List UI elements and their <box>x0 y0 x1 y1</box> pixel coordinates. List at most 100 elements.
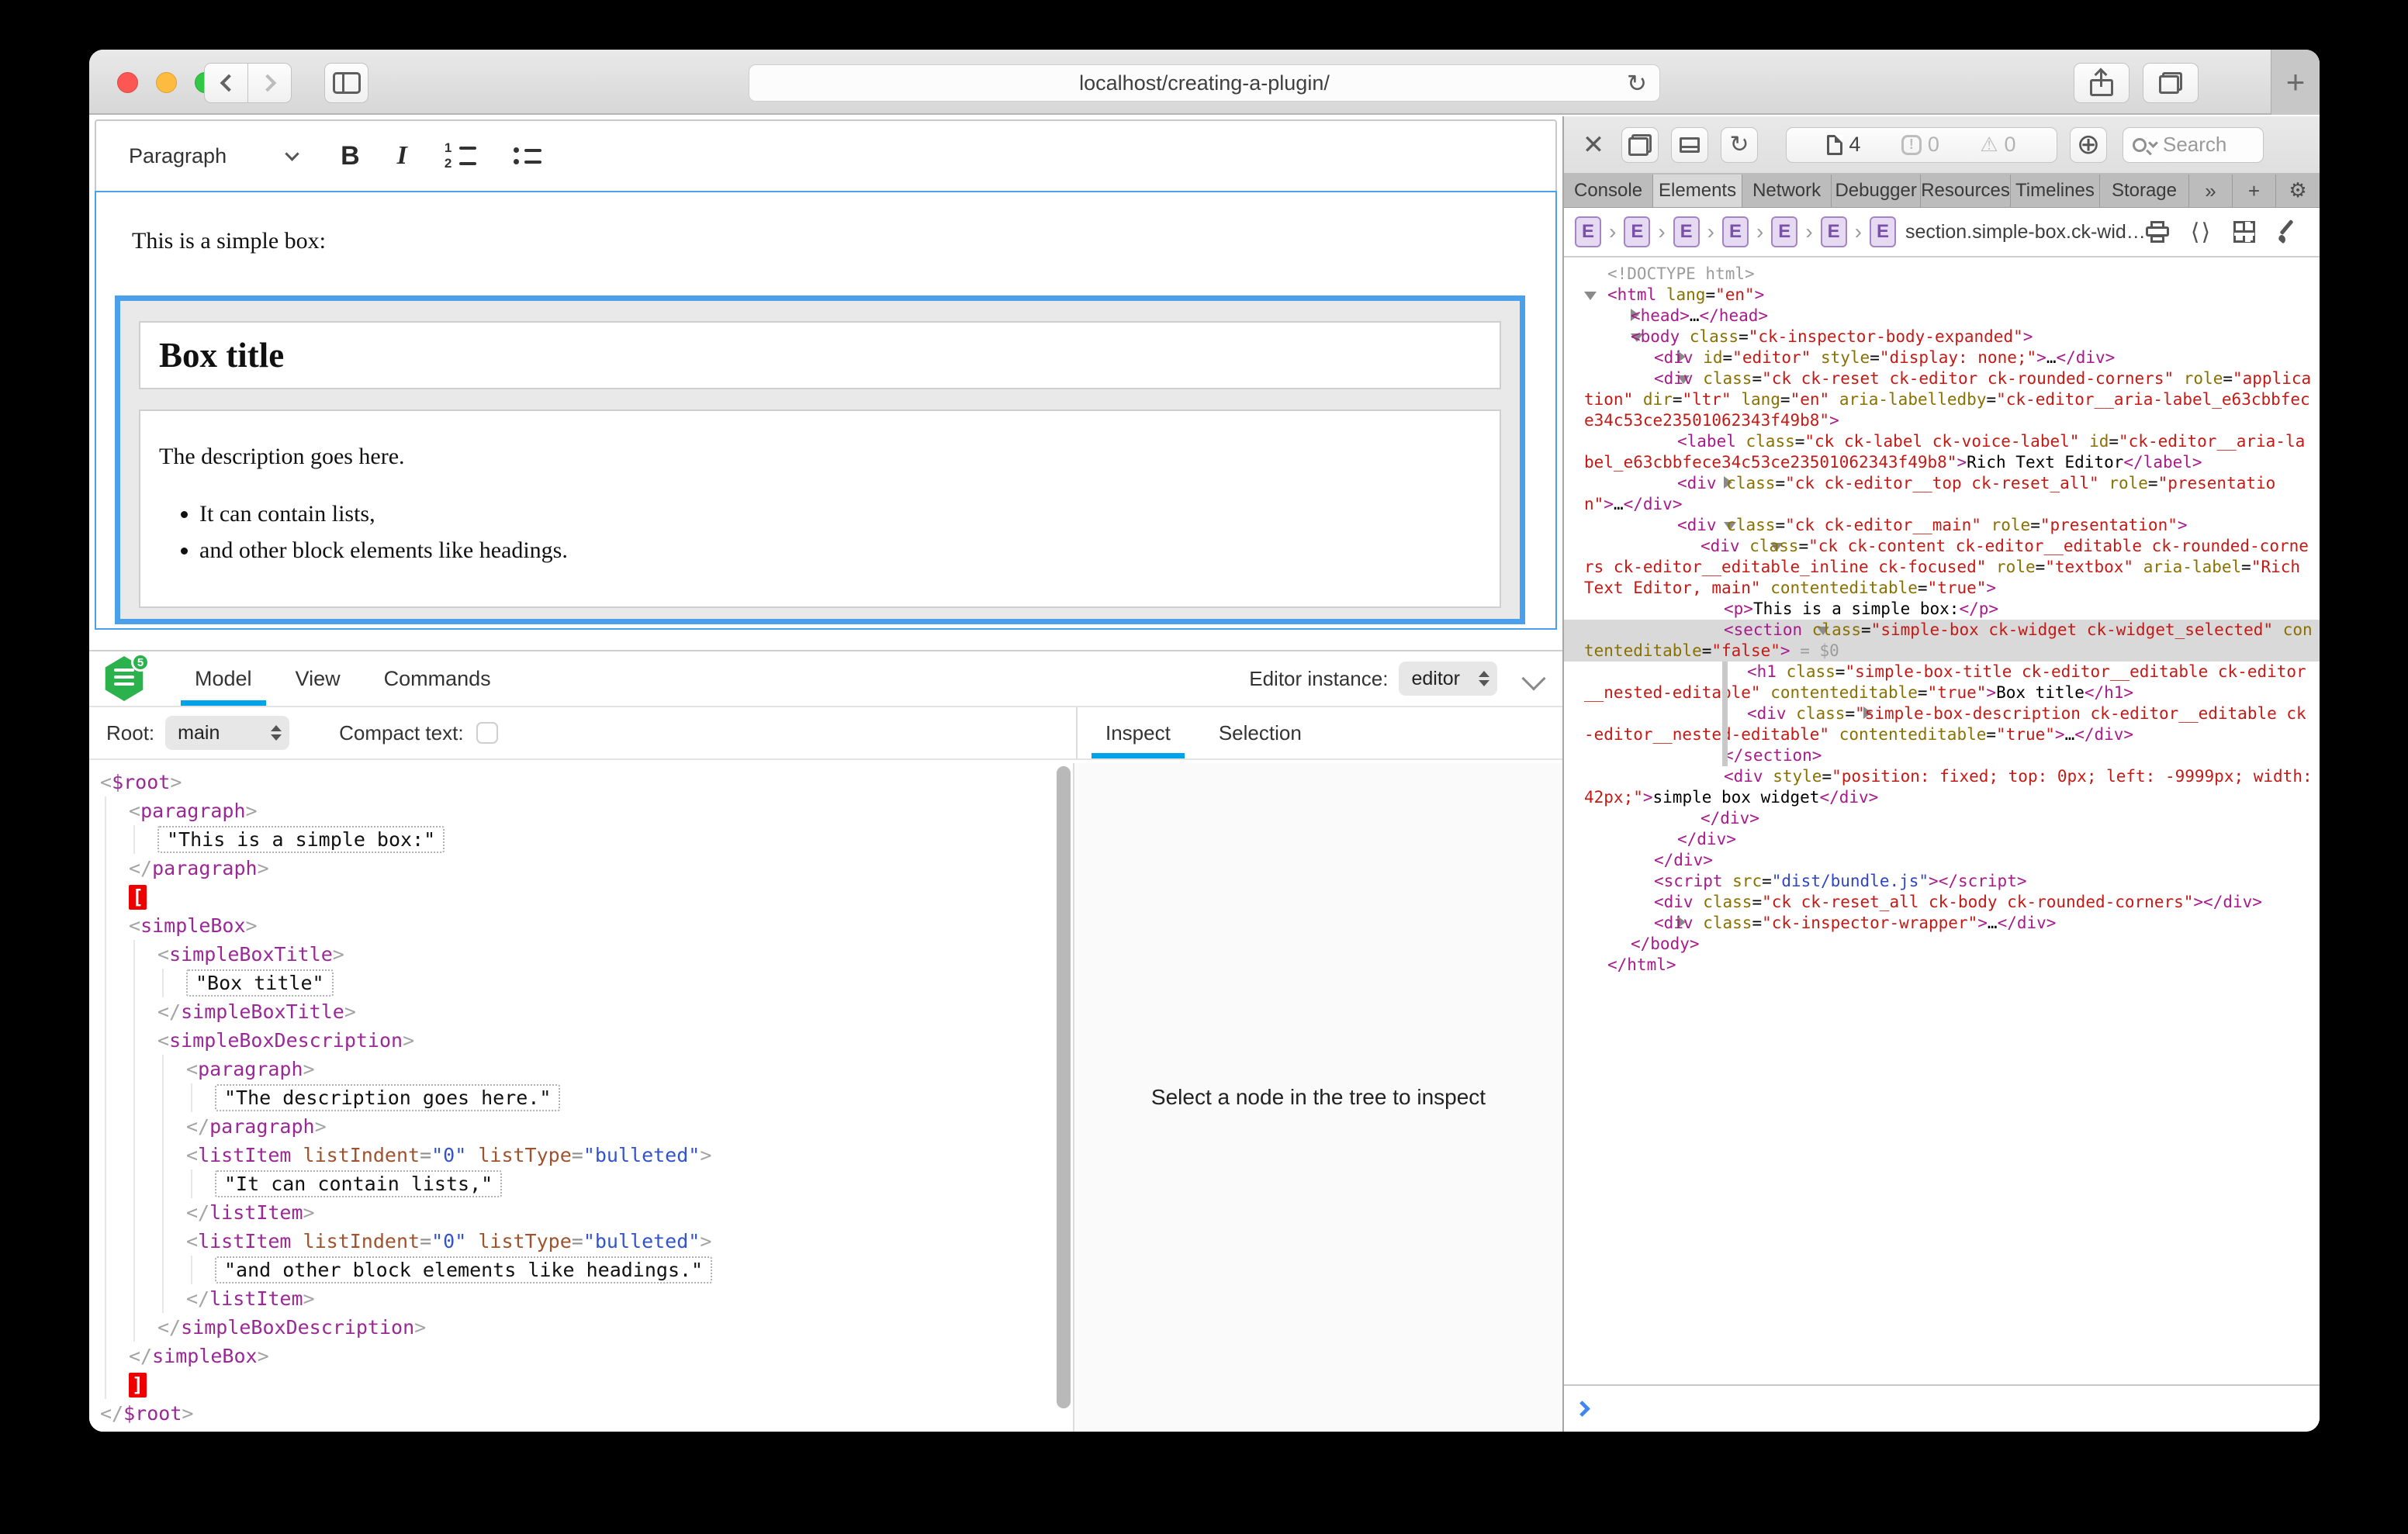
dom-node[interactable]: <div class="ck ck-editor__main" role="pr… <box>1564 515 2320 536</box>
disclosure-collapsed-icon[interactable] <box>1631 913 1654 934</box>
detach-devtools-button[interactable] <box>1621 127 1659 163</box>
model-selection-marker[interactable]: [ <box>89 883 1054 911</box>
model-element-node[interactable]: <listItem listIndent="0" listType="bulle… <box>89 1227 1054 1256</box>
disclosure-expanded-icon[interactable] <box>1607 326 1631 347</box>
grid-overlay-icon[interactable] <box>2233 221 2255 243</box>
model-tree[interactable]: <$root><paragraph>"This is a simple box:… <box>89 763 1054 1432</box>
model-element-node[interactable]: </paragraph> <box>89 854 1054 883</box>
dom-node[interactable]: <html lang="en"> <box>1564 285 2320 306</box>
italic-button[interactable]: I <box>397 141 407 171</box>
model-text-node[interactable]: "This is a simple box:" <box>89 825 1054 854</box>
reload-icon[interactable]: ↻ <box>1627 70 1647 98</box>
dock-side-button[interactable] <box>1671 127 1708 163</box>
devtools-search-input[interactable]: Search <box>2123 127 2264 163</box>
list-item[interactable]: and other block elements like headings. <box>199 537 1500 564</box>
page-count-badge[interactable]: 4 <box>1827 133 1860 157</box>
devtools-tab-debugger[interactable]: Debugger <box>1832 174 1921 207</box>
model-element-node[interactable]: </simpleBoxDescription> <box>89 1313 1054 1342</box>
dom-node[interactable]: <body class="ck-inspector-body-expanded"… <box>1564 326 2320 347</box>
settings-gear-button[interactable]: ⚙ <box>2276 174 2320 207</box>
disclosure-collapsed-icon[interactable] <box>1631 347 1654 368</box>
element-badge-selected[interactable]: E <box>1870 216 1896 247</box>
dom-node[interactable]: <div class="ck ck-editor__top ck-reset_a… <box>1564 473 2320 515</box>
devtools-tab-network[interactable]: Network <box>1742 174 1832 207</box>
new-tab-button[interactable]: + <box>2271 50 2320 115</box>
dom-node[interactable]: <p>This is a simple box:</p> <box>1564 599 2320 620</box>
devtools-tab-elements[interactable]: Elements <box>1653 174 1742 207</box>
bold-button[interactable]: B <box>341 141 360 171</box>
share-button[interactable] <box>2074 63 2129 103</box>
root-select[interactable]: main <box>165 716 289 750</box>
devtools-tab-storage[interactable]: Storage <box>2100 174 2189 207</box>
element-badge[interactable]: E <box>1624 216 1650 247</box>
model-element-node[interactable]: <simpleBoxTitle> <box>89 940 1054 969</box>
model-element-node[interactable]: <simpleBoxDescription> <box>89 1026 1054 1055</box>
box-description[interactable]: The description goes here. It can contai… <box>139 409 1501 608</box>
simple-box-widget[interactable]: Box title The description goes here. It … <box>115 295 1525 624</box>
tab-selection[interactable]: Selection <box>1199 707 1322 758</box>
warning-count-badge[interactable]: ⚠0 <box>1980 133 2015 157</box>
address-bar[interactable]: localhost/creating-a-plugin/ ↻ <box>749 64 1660 102</box>
dom-node[interactable]: </div> <box>1564 850 2320 871</box>
dom-node[interactable]: <div class="ck ck-content ck-editor__edi… <box>1564 536 2320 599</box>
console-prompt[interactable] <box>1564 1384 2320 1432</box>
model-element-node[interactable]: </simpleBoxTitle> <box>89 997 1054 1026</box>
element-badge[interactable]: E <box>1575 216 1601 247</box>
element-badge[interactable]: E <box>1673 216 1700 247</box>
model-element-node[interactable]: </paragraph> <box>89 1112 1054 1141</box>
devtools-tab-console[interactable]: Console <box>1564 174 1653 207</box>
element-badge[interactable]: E <box>1821 216 1847 247</box>
compact-text-checkbox[interactable] <box>476 722 498 744</box>
numbered-list-button[interactable]: 1 2 <box>445 143 476 168</box>
model-element-node[interactable]: <listItem listIndent="0" listType="bulle… <box>89 1141 1054 1170</box>
list-item[interactable]: It can contain lists, <box>199 501 1500 527</box>
editor-editable-area[interactable]: This is a simple box: Box title The desc… <box>95 191 1557 630</box>
model-element-node[interactable]: </$root> <box>89 1399 1054 1428</box>
model-element-node[interactable]: </simpleBox> <box>89 1342 1054 1370</box>
intro-paragraph[interactable]: This is a simple box: <box>132 228 1555 254</box>
element-badge[interactable]: E <box>1722 216 1749 247</box>
model-text-node[interactable]: "It can contain lists," <box>89 1170 1054 1198</box>
styles-brush-icon[interactable] <box>2277 220 2300 244</box>
dom-node[interactable]: <label class="ck ck-label ck-voice-label… <box>1564 431 2320 473</box>
collapse-inspector-button[interactable] <box>1521 666 1545 690</box>
close-window-button[interactable] <box>117 72 138 93</box>
dom-node[interactable]: <!DOCTYPE html> <box>1564 264 2320 285</box>
disclosure-expanded-icon[interactable] <box>1677 536 1700 557</box>
model-tree-scrollbar[interactable] <box>1054 763 1073 1432</box>
dom-node[interactable]: </div> <box>1564 808 2320 829</box>
breadcrumb-selected-node[interactable]: section.simple-box.ck-wid… <box>1905 221 2146 244</box>
dom-node[interactable]: <head>…</head> <box>1564 306 2320 326</box>
disclosure-expanded-icon[interactable] <box>1631 368 1654 389</box>
disclosure-expanded-icon[interactable] <box>1700 620 1724 641</box>
dom-node[interactable]: <div class="ck-inspector-wrapper">…</div… <box>1564 913 2320 934</box>
tab-model[interactable]: Model <box>173 651 274 706</box>
dom-node[interactable]: <div id="editor" style="display: none;">… <box>1564 347 2320 368</box>
disclosure-collapsed-icon[interactable] <box>1607 306 1631 326</box>
disclosure-expanded-icon[interactable] <box>1584 285 1607 306</box>
overflow-tabs-button[interactable]: » <box>2189 174 2233 207</box>
sidebar-toggle-button[interactable] <box>324 63 368 103</box>
dom-node[interactable]: <div class="ck ck-reset_all ck-body ck-r… <box>1564 892 2320 913</box>
model-element-node[interactable]: <$root> <box>89 768 1054 796</box>
element-picker-button[interactable]: ⊕ <box>2070 127 2107 163</box>
tabs-overview-button[interactable] <box>2143 63 2199 103</box>
dom-node[interactable]: <div style="position: fixed; top: 0px; l… <box>1564 766 2320 808</box>
close-devtools-button[interactable]: ✕ <box>1578 130 1609 161</box>
dom-node[interactable]: </section> <box>1564 745 2320 766</box>
minimize-window-button[interactable] <box>156 72 177 93</box>
devtools-tab-resources[interactable]: Resources <box>1921 174 2011 207</box>
forward-button[interactable] <box>247 63 292 103</box>
model-element-node[interactable]: <paragraph> <box>89 1055 1054 1083</box>
element-badge[interactable]: E <box>1771 216 1797 247</box>
disclosure-collapsed-icon[interactable] <box>1654 473 1677 494</box>
dom-tree[interactable]: <!DOCTYPE html><html lang="en"><head>…</… <box>1564 259 2320 1384</box>
dom-node[interactable]: </div> <box>1564 829 2320 850</box>
model-element-node[interactable]: <paragraph> <box>89 796 1054 825</box>
disclosure-expanded-icon[interactable] <box>1654 515 1677 536</box>
model-element-node[interactable]: </listItem> <box>89 1198 1054 1227</box>
back-button[interactable] <box>204 63 248 103</box>
dom-node[interactable]: <h1 class="simple-box-title ck-editor__e… <box>1564 662 2320 703</box>
error-count-badge[interactable]: !0 <box>1901 133 1939 157</box>
scrollbar-thumb[interactable] <box>1057 766 1071 1408</box>
